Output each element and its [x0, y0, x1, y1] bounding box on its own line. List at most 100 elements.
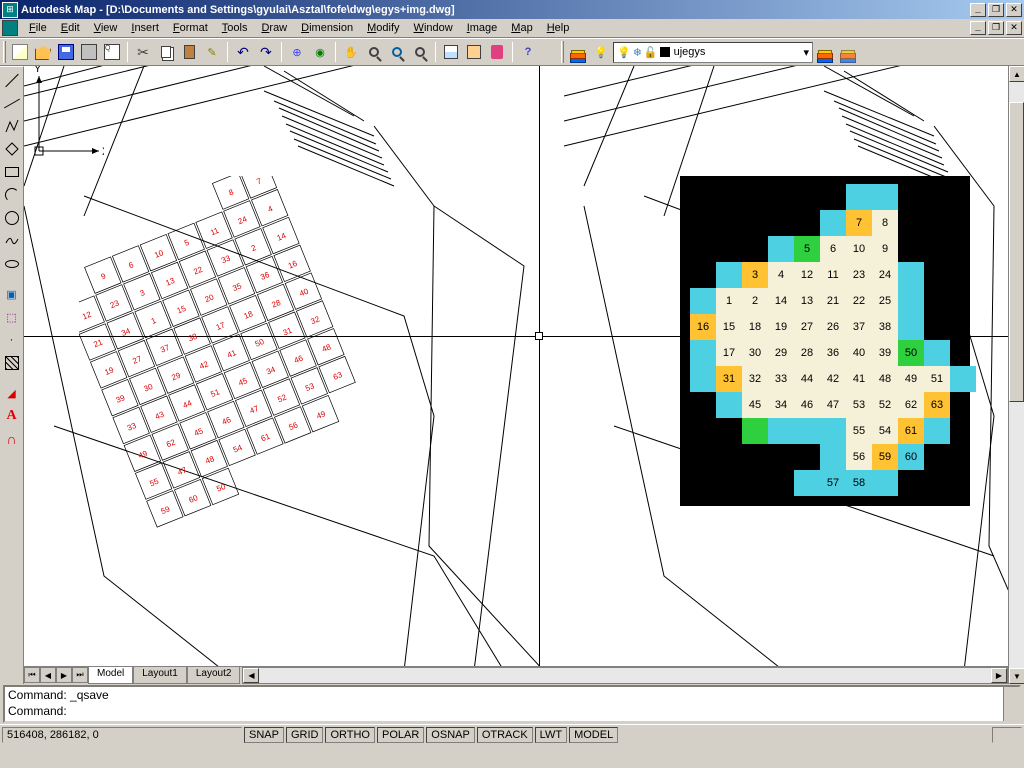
undo-button[interactable]: ↶ — [232, 41, 254, 63]
menu-format[interactable]: Format — [166, 20, 215, 36]
menu-help[interactable]: Help — [540, 20, 577, 36]
zoom-window-button[interactable] — [386, 41, 408, 63]
pline-button[interactable] — [1, 115, 23, 137]
point-button[interactable]: · — [1, 329, 23, 351]
help-button[interactable]: ? — [517, 41, 539, 63]
dbconnect-button[interactable] — [486, 41, 508, 63]
xline-button[interactable] — [1, 92, 23, 114]
hatch-button[interactable] — [1, 352, 23, 374]
menu-view[interactable]: View — [87, 20, 125, 36]
spline-button[interactable] — [1, 230, 23, 252]
pan-button[interactable]: ✋ — [340, 41, 362, 63]
command-window[interactable]: Command: _qsave Command: — [3, 685, 1021, 723]
command-scrollbar[interactable] — [1003, 687, 1019, 721]
titlebar: ⊞ Autodesk Map - [D:\Documents and Setti… — [0, 0, 1024, 19]
scroll-down-button[interactable]: ▼ — [1009, 668, 1024, 684]
raster-cell: 2 — [742, 288, 768, 314]
layer-previous-button[interactable] — [814, 41, 836, 63]
today-button[interactable]: ◉ — [309, 41, 331, 63]
menu-insert[interactable]: Insert — [124, 20, 166, 36]
maximize-button[interactable]: ❐ — [988, 3, 1004, 17]
cut-button[interactable]: ✂ — [132, 41, 154, 63]
tab-prev-button[interactable]: ◀ — [40, 667, 56, 683]
status-model[interactable]: MODEL — [569, 727, 618, 743]
rectangle-button[interactable] — [1, 161, 23, 183]
scroll-left-button[interactable]: ◀ — [243, 668, 259, 683]
menu-tools[interactable]: Tools — [215, 20, 255, 36]
doc-minimize-button[interactable]: _ — [970, 21, 986, 35]
status-grid[interactable]: GRID — [286, 727, 324, 743]
document-icon[interactable] — [2, 20, 18, 36]
minimize-button[interactable]: _ — [970, 3, 986, 17]
layer-dropdown[interactable]: 💡❄🔓 ujegys ▾ — [613, 42, 813, 63]
status-snap[interactable]: SNAP — [244, 727, 284, 743]
save-button[interactable] — [55, 41, 77, 63]
scroll-up-button[interactable]: ▲ — [1009, 66, 1024, 82]
arc-button[interactable] — [1, 184, 23, 206]
print-button[interactable] — [78, 41, 100, 63]
status-polar[interactable]: POLAR — [377, 727, 424, 743]
layer-tool-button[interactable] — [837, 41, 859, 63]
tab-layout2[interactable]: Layout2 — [187, 667, 241, 684]
menu-dimension[interactable]: Dimension — [294, 20, 360, 36]
menu-edit[interactable]: Edit — [54, 20, 87, 36]
menu-map[interactable]: Map — [504, 20, 539, 36]
region-button[interactable]: ◢ — [1, 382, 23, 404]
raster-cell: 24 — [872, 262, 898, 288]
layer-states-button[interactable]: 💡 — [590, 41, 612, 63]
drawing-canvas[interactable]: 8796105112441223313223321421341152035361… — [24, 66, 1008, 666]
raster-cell: 49 — [898, 366, 924, 392]
h-scrollbar[interactable]: ◀ ▶ — [242, 667, 1008, 684]
text-button[interactable]: A — [1, 405, 23, 427]
new-button[interactable] — [9, 41, 31, 63]
close-button[interactable]: ✕ — [1006, 3, 1022, 17]
tab-layout1[interactable]: Layout1 — [133, 667, 187, 684]
menu-image[interactable]: Image — [460, 20, 505, 36]
magnet-button[interactable]: ∩ — [1, 428, 23, 450]
coordinate-display[interactable]: 516408, 286182, 0 — [2, 727, 242, 743]
svg-text:39: 39 — [115, 393, 127, 405]
polygon-button[interactable] — [1, 138, 23, 160]
designcenter-button[interactable] — [463, 41, 485, 63]
line-button[interactable] — [1, 69, 23, 91]
menu-file[interactable]: File — [22, 20, 54, 36]
make-block-button[interactable]: ⬚ — [1, 306, 23, 328]
raster-cell: 50 — [898, 340, 924, 366]
v-scroll-thumb[interactable] — [1009, 102, 1024, 402]
tab-next-button[interactable]: ▶ — [56, 667, 72, 683]
print-preview-button[interactable]: Q — [101, 41, 123, 63]
doc-close-button[interactable]: ✕ — [1006, 21, 1022, 35]
v-scrollbar[interactable]: ▲ ▼ — [1008, 66, 1024, 684]
layer-manager-button[interactable] — [567, 41, 589, 63]
status-lwt[interactable]: LWT — [535, 727, 567, 743]
zoom-previous-button[interactable] — [409, 41, 431, 63]
hyperlink-button[interactable]: ⊕ — [286, 41, 308, 63]
ellipse-button[interactable] — [1, 253, 23, 275]
circle-button[interactable] — [1, 207, 23, 229]
status-osnap[interactable]: OSNAP — [426, 727, 475, 743]
command-prompt[interactable]: Command: — [8, 704, 1016, 720]
layer-toolbar-grip[interactable] — [561, 41, 564, 63]
menu-modify[interactable]: Modify — [360, 20, 406, 36]
scroll-right-button[interactable]: ▶ — [991, 668, 1007, 683]
copy-button[interactable] — [155, 41, 177, 63]
status-tray[interactable] — [992, 727, 1022, 743]
properties-button[interactable] — [440, 41, 462, 63]
redo-button[interactable]: ↶ — [255, 41, 277, 63]
status-ortho[interactable]: ORTHO — [325, 727, 375, 743]
zoom-realtime-button[interactable] — [363, 41, 385, 63]
insert-block-button[interactable]: ▣ — [1, 283, 23, 305]
tab-first-button[interactable]: ⏮ — [24, 667, 40, 683]
doc-restore-button[interactable]: ❐ — [988, 21, 1004, 35]
status-otrack[interactable]: OTRACK — [477, 727, 533, 743]
toolbar-grip[interactable] — [3, 41, 6, 63]
open-button[interactable] — [32, 41, 54, 63]
match-button[interactable]: ✎ — [201, 41, 223, 63]
menu-draw[interactable]: Draw — [254, 20, 294, 36]
tab-model[interactable]: Model — [88, 667, 133, 684]
menu-window[interactable]: Window — [407, 20, 460, 36]
paste-button[interactable] — [178, 41, 200, 63]
raster-cell: 61 — [898, 418, 924, 444]
raster-cell: 47 — [820, 392, 846, 418]
tab-last-button[interactable]: ⏭ — [72, 667, 88, 683]
